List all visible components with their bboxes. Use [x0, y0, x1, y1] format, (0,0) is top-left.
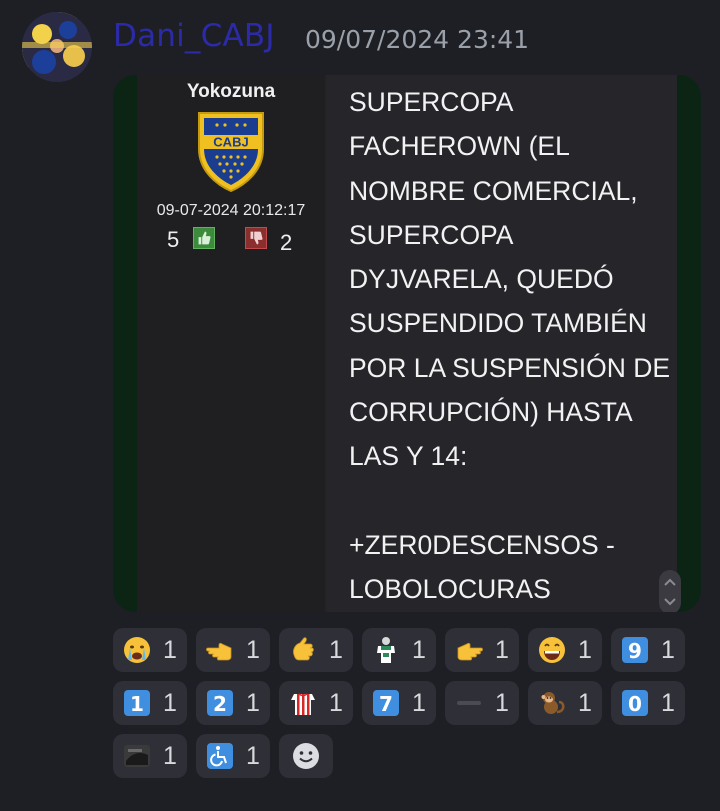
reaction-count: 1: [412, 689, 426, 717]
keycap-digit: 9: [628, 639, 642, 663]
pointing-right-hand-icon: [457, 642, 483, 661]
reaction-count: 1: [246, 742, 260, 770]
post-text: SUPERCOPA FACHEROWN (EL NOMBRE COMERCIAL…: [349, 87, 671, 605]
grinning-face-icon: [539, 637, 565, 663]
reaction-count: 1: [329, 689, 343, 717]
reaction-chip[interactable]: 0 1: [611, 681, 685, 725]
dash-icon: [457, 701, 481, 705]
reaction-count: 1: [495, 636, 509, 664]
keycap-1-icon: 1: [124, 690, 150, 716]
thumbs-down-icon: [245, 227, 267, 249]
keycap-digit: 7: [379, 692, 393, 716]
reaction-count: 1: [163, 636, 177, 664]
scroll-arrows-icon: [664, 578, 676, 606]
reaction-chip[interactable]: 1: [113, 734, 187, 778]
chat-message: Dani_CABJ 09/07/2024 23:41 Yokozuna CABJ: [0, 0, 720, 811]
add-reaction-button[interactable]: [279, 734, 333, 778]
reaction-count: 1: [329, 636, 343, 664]
reaction-chip[interactable]: 1: [196, 628, 270, 672]
reaction-chip[interactable]: 9 1: [611, 628, 685, 672]
reaction-chip[interactable]: 1: [279, 628, 353, 672]
keycap-7-icon: 7: [373, 690, 399, 716]
reaction-count: 1: [578, 636, 592, 664]
post-body-panel: SUPERCOPA FACHEROWN (EL NOMBRE COMERCIAL…: [327, 75, 677, 612]
keycap-digit: 2: [213, 692, 227, 716]
reaction-chip[interactable]: 1: [528, 628, 602, 672]
reaction-chip[interactable]: 1: [279, 681, 353, 725]
dark-image-icon: [124, 745, 150, 767]
reaction-count: 1: [246, 689, 260, 717]
reaction-count: 1: [412, 636, 426, 664]
keycap-0-icon: 0: [622, 690, 648, 716]
post-author-panel: Yokozuna CABJ 09-07-2024 20:12:17 5 2: [137, 75, 325, 612]
svg-text:CABJ: CABJ: [213, 135, 248, 150]
reaction-chip[interactable]: 1: [445, 628, 519, 672]
thumbs-up-icon: [193, 227, 215, 249]
avatar-image-icon: [22, 12, 92, 82]
like-count: 5: [167, 227, 180, 252]
reaction-count: 1: [246, 636, 260, 664]
reaction-chip[interactable]: 2 1: [196, 681, 270, 725]
user-avatar[interactable]: [22, 12, 92, 82]
reaction-count: 1: [661, 636, 675, 664]
pointing-left-icon: [206, 642, 232, 661]
screenshot-content: Yokozuna CABJ 09-07-2024 20:12:17 5 2 SU…: [137, 75, 677, 612]
reaction-count: 1: [495, 689, 509, 717]
reaction-chip[interactable]: 1 1: [113, 681, 187, 725]
keycap-9-icon: 9: [622, 637, 648, 663]
post-username: Yokozuna: [186, 81, 276, 102]
reaction-chip[interactable]: 1: [528, 681, 602, 725]
image-attachment[interactable]: Yokozuna CABJ 09-07-2024 20:12:17 5 2 SU…: [113, 75, 701, 612]
add-reaction-smiley-icon: [293, 743, 319, 769]
reaction-chip[interactable]: 1: [362, 628, 436, 672]
jersey-figure-icon: [377, 637, 395, 663]
dislike-count: 2: [280, 230, 293, 255]
reaction-chip[interactable]: 1: [196, 734, 270, 778]
reaction-count: 1: [578, 689, 592, 717]
reaction-count: 1: [661, 689, 675, 717]
pointing-hand-icon: [293, 637, 314, 661]
scroll-handle[interactable]: [659, 570, 681, 612]
keycap-digit: 1: [130, 692, 144, 716]
striped-jersey-icon: [291, 693, 315, 715]
reaction-count: 1: [163, 689, 177, 717]
reaction-chip[interactable]: 1: [113, 628, 187, 672]
crying-face-icon: [124, 637, 150, 663]
wheelchair-icon: [207, 743, 233, 769]
reaction-chip[interactable]: 7 1: [362, 681, 436, 725]
message-timestamp: 09/07/2024 23:41: [305, 25, 530, 54]
monkey-icon: [541, 692, 565, 714]
keycap-digit: 0: [628, 692, 642, 716]
cabj-crest-icon: CABJ: [198, 112, 264, 193]
author-name[interactable]: Dani_CABJ: [113, 18, 275, 54]
reaction-chip[interactable]: 1: [445, 681, 519, 725]
keycap-2-icon: 2: [207, 690, 233, 716]
reaction-count: 1: [163, 742, 177, 770]
post-date: 09-07-2024 20:12:17: [156, 202, 306, 219]
